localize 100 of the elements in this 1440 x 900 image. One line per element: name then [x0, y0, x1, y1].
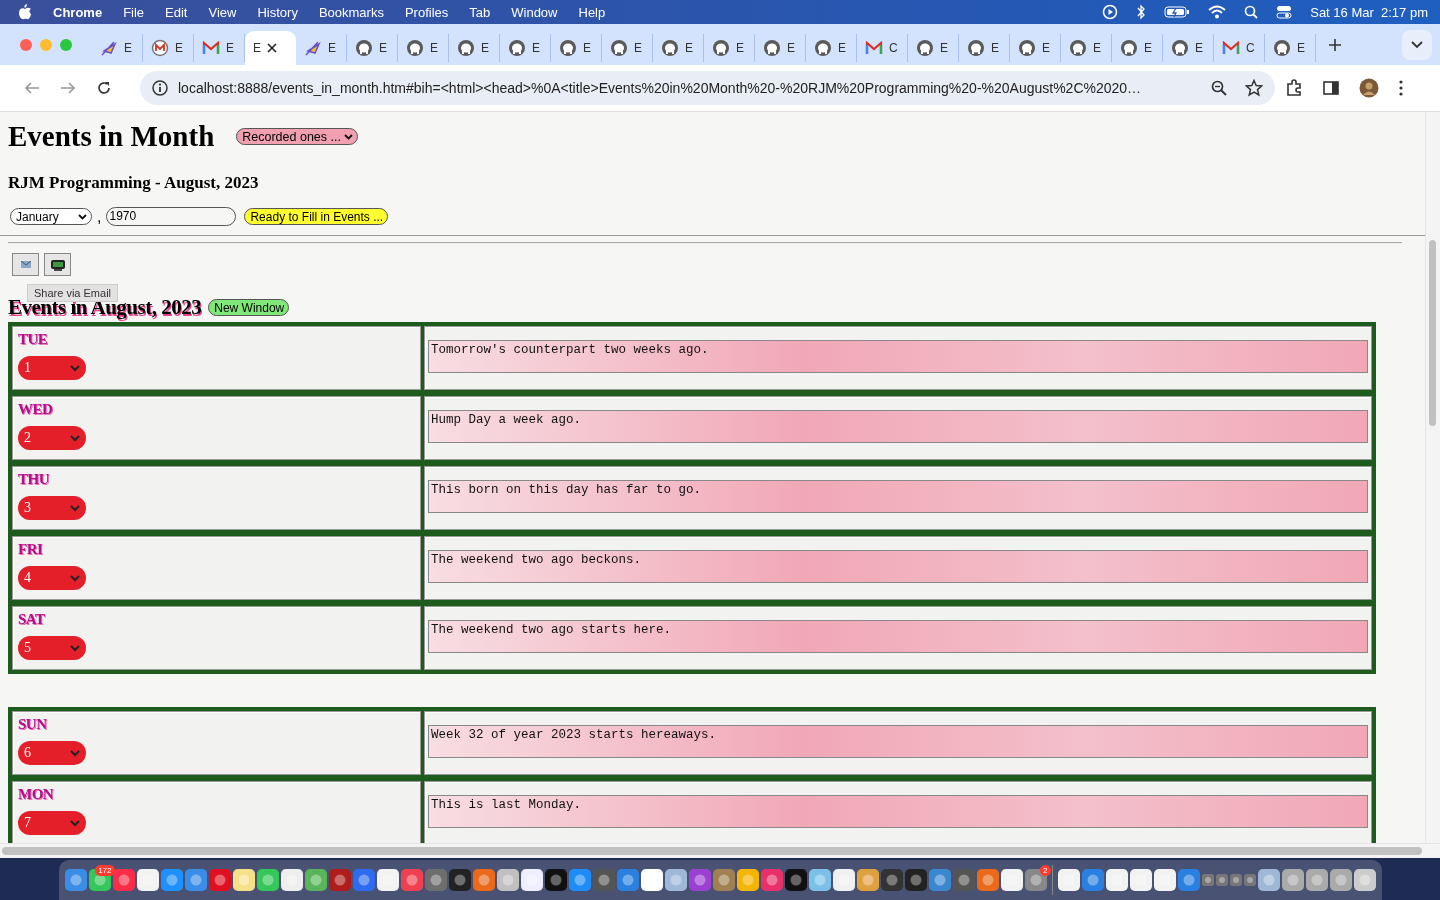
app-icon[interactable]	[1081, 869, 1104, 891]
browser-tab[interactable]: E	[959, 34, 1010, 62]
app-icon[interactable]	[664, 869, 687, 891]
app-icon[interactable]	[880, 869, 903, 891]
app-icon[interactable]	[1105, 869, 1128, 891]
app-icon[interactable]	[1153, 869, 1176, 891]
month-select[interactable]: January	[10, 208, 92, 225]
app-icon[interactable]	[856, 869, 879, 891]
app-icon[interactable]	[232, 869, 255, 891]
app-icon[interactable]	[904, 869, 927, 891]
close-icon[interactable]	[267, 43, 277, 53]
app-icon[interactable]	[544, 869, 567, 891]
date-select[interactable]: 5	[18, 636, 86, 660]
event-note-field[interactable]: The weekend two ago beckons.	[428, 550, 1368, 583]
browser-tab[interactable]: E	[296, 34, 347, 62]
app-icon[interactable]	[1215, 874, 1228, 886]
new-window-button[interactable]: New Window	[208, 299, 290, 316]
app-icon[interactable]	[1305, 869, 1328, 891]
wifi-icon[interactable]	[1208, 5, 1227, 19]
back-icon[interactable]	[24, 81, 40, 95]
menu-item[interactable]: Profiles	[404, 4, 449, 20]
star-icon[interactable]	[1245, 79, 1263, 97]
menu-item[interactable]: Tab	[469, 4, 491, 20]
event-note-field[interactable]: Hump Day a week ago.	[428, 410, 1368, 443]
app-icon[interactable]	[976, 869, 999, 891]
app-icon[interactable]	[64, 869, 87, 891]
app-icon[interactable]	[304, 869, 327, 891]
app-icon[interactable]	[1129, 869, 1152, 891]
event-note-field[interactable]: Tomorrow's counterpart two weeks ago.	[428, 340, 1368, 373]
date-select[interactable]: 3	[18, 496, 86, 520]
app-icon[interactable]	[184, 869, 207, 891]
app-icon[interactable]	[736, 869, 759, 891]
menu-item[interactable]: View	[208, 4, 237, 20]
browser-tab[interactable]: E	[245, 31, 296, 65]
sidebar-icon[interactable]	[1323, 81, 1339, 95]
date-select[interactable]: 4	[18, 566, 86, 590]
toggle-switches-icon[interactable]	[1276, 5, 1293, 19]
menu-item[interactable]: Help	[578, 4, 606, 20]
app-icon[interactable]	[1243, 874, 1256, 886]
browser-tab[interactable]: E	[347, 34, 398, 62]
app-icon[interactable]	[784, 869, 807, 891]
event-note-field[interactable]: This born on this day has far to go.	[428, 480, 1368, 513]
browser-tab[interactable]: E	[755, 34, 806, 62]
search-icon[interactable]	[1244, 5, 1259, 19]
menu-item[interactable]: File	[123, 4, 145, 20]
event-note-field[interactable]: Week 32 of year 2023 starts hereaways.	[428, 725, 1368, 758]
app-icon[interactable]	[1329, 869, 1352, 891]
email-share-button[interactable]	[12, 253, 39, 276]
forward-icon[interactable]	[60, 81, 76, 95]
new-tab-icon[interactable]	[1328, 37, 1342, 52]
app-icon[interactable]	[136, 869, 159, 891]
app-icon[interactable]	[1257, 869, 1280, 891]
browser-tab[interactable]: E	[551, 34, 602, 62]
app-icon[interactable]	[1229, 874, 1242, 886]
app-icon[interactable]	[160, 869, 183, 891]
browser-tab[interactable]: E	[500, 34, 551, 62]
app-icon[interactable]	[712, 869, 735, 891]
date-select[interactable]: 2	[18, 426, 86, 450]
browser-tab[interactable]: C	[857, 34, 908, 62]
info-icon[interactable]	[152, 80, 168, 96]
menu-item[interactable]: Bookmarks	[318, 4, 384, 20]
app-icon[interactable]	[808, 869, 831, 891]
menu-bar-clock[interactable]: Sat 16 Mar 2:17 pm	[1310, 4, 1428, 20]
browser-tab[interactable]: E	[653, 34, 704, 62]
menu-item[interactable]: Chrome	[53, 4, 103, 20]
browser-tab[interactable]: E	[143, 34, 194, 62]
puzzle-icon[interactable]	[1285, 79, 1303, 97]
battery-icon[interactable]	[1164, 5, 1191, 19]
screen-share-button[interactable]	[44, 253, 71, 276]
menu-item[interactable]: Edit	[165, 4, 188, 20]
browser-tab[interactable]: E	[1010, 34, 1061, 62]
browser-tab[interactable]: E	[602, 34, 653, 62]
app-icon[interactable]	[1201, 874, 1214, 886]
app-icon[interactable]	[1353, 869, 1376, 891]
address-bar[interactable]: localhost:8888/events_in_month.htm#bih=<html><head>%0A<title>Events%20in%20Month%20-%20RJM%20Programming%20-%20August%2C%2020…	[140, 71, 1275, 105]
app-icon[interactable]	[376, 869, 399, 891]
browser-tab[interactable]: E	[398, 34, 449, 62]
avatar-icon[interactable]	[1359, 78, 1379, 98]
app-icon[interactable]	[568, 869, 591, 891]
browser-tab[interactable]: E	[1112, 34, 1163, 62]
event-note-field[interactable]: This is last Monday.	[428, 795, 1368, 828]
app-icon[interactable]	[1177, 869, 1200, 891]
menu-item[interactable]: History	[257, 4, 298, 20]
app-icon[interactable]	[448, 869, 471, 891]
bluetooth-icon[interactable]	[1136, 4, 1147, 20]
browser-tab[interactable]: E	[92, 34, 143, 62]
app-icon[interactable]	[256, 869, 279, 891]
app-icon[interactable]	[1024, 869, 1047, 891]
event-note-field[interactable]: The weekend two ago starts here.	[428, 620, 1368, 653]
browser-tab[interactable]: E	[806, 34, 857, 62]
app-icon[interactable]	[1057, 869, 1080, 891]
horizontal-scrollbar[interactable]	[0, 843, 1440, 858]
browser-tab[interactable]: E	[1061, 34, 1112, 62]
app-icon[interactable]	[280, 869, 303, 891]
recorded-select[interactable]: Recorded ones ...	[236, 128, 358, 145]
tab-search-button[interactable]	[1402, 29, 1432, 60]
browser-tab[interactable]: E	[1265, 34, 1316, 62]
fill-events-button[interactable]: Ready to Fill in Events ...	[244, 208, 389, 225]
date-select[interactable]: 1	[18, 356, 86, 380]
app-icon[interactable]	[640, 869, 663, 891]
